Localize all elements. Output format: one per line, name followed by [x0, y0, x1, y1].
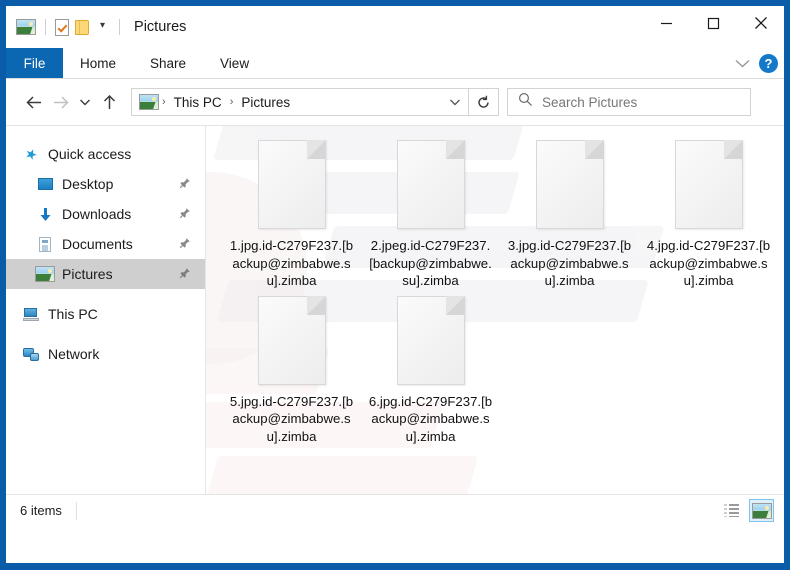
breadcrumb: › This PC › Pictures: [159, 93, 442, 112]
breadcrumb-pictures[interactable]: Pictures: [237, 93, 294, 112]
toolbar-divider: [45, 19, 46, 35]
generic-file-icon: [257, 140, 326, 229]
details-view-button[interactable]: [719, 499, 744, 522]
this-pc-icon: [22, 307, 40, 321]
generic-file-icon: [535, 140, 604, 229]
explorer-body: ★ Quick access Desktop Downloads Documen…: [6, 126, 784, 494]
breadcrumb-separator-0: ›: [162, 96, 166, 108]
back-button[interactable]: [20, 88, 47, 116]
file-item[interactable]: 1.jpg.id-C279F237.[backup@zimbabwe.su].z…: [222, 140, 361, 290]
file-name: 4.jpg.id-C279F237.[backup@zimbabwe.su].z…: [646, 238, 771, 288]
address-bar[interactable]: › This PC › Pictures: [131, 88, 469, 116]
address-pictures-icon: [139, 94, 159, 110]
generic-file-icon: [674, 140, 743, 229]
file-name: 5.jpg.id-C279F237.[backup@zimbabwe.su].z…: [229, 393, 354, 444]
star-icon: ★: [22, 144, 40, 164]
tab-share[interactable]: Share: [133, 48, 203, 78]
ribbon-tab-bar: File Home Share View ?: [6, 48, 784, 79]
customize-caret-icon[interactable]: ▾: [95, 21, 110, 33]
network-icon: [22, 347, 40, 361]
sidebar-item-desktop[interactable]: Desktop: [6, 169, 205, 199]
status-divider: [75, 501, 77, 520]
file-item[interactable]: 4.jpg.id-C279F237.[backup@zimbabwe.su].z…: [639, 140, 778, 290]
document-check-icon[interactable]: [55, 18, 69, 36]
tab-home[interactable]: Home: [63, 48, 133, 78]
generic-file-icon: [396, 140, 465, 229]
sidebar-item-label: Network: [48, 346, 100, 362]
file-grid: 1.jpg.id-C279F237.[backup@zimbabwe.su].z…: [206, 126, 784, 451]
sidebar-item-documents[interactable]: Documents: [6, 229, 205, 259]
maximize-button[interactable]: [690, 6, 737, 40]
sidebar-item-label: This PC: [48, 306, 98, 322]
toolbar-divider-2: [119, 19, 121, 35]
chevron-down-icon[interactable]: [734, 58, 751, 69]
file-item[interactable]: 6.jpg.id-C279F237.[backup@zimbabwe.su].z…: [361, 295, 500, 446]
large-icons-view-icon: [751, 502, 772, 519]
navigation-pane: ★ Quick access Desktop Downloads Documen…: [6, 126, 206, 494]
document-icon: [36, 236, 54, 252]
tab-view[interactable]: View: [203, 48, 266, 78]
sidebar-item-label: Quick access: [48, 146, 132, 162]
search-icon: [518, 92, 533, 112]
recent-locations-button[interactable]: [74, 88, 96, 116]
sidebar-item-quick-access[interactable]: ★ Quick access: [6, 139, 205, 169]
file-item[interactable]: 5.jpg.id-C279F237.[backup@zimbabwe.su].z…: [222, 295, 361, 446]
generic-file-icon: [396, 295, 465, 385]
minimize-button[interactable]: [643, 6, 690, 40]
pictures-icon: [35, 266, 55, 282]
new-folder-icon[interactable]: [75, 19, 89, 35]
help-button[interactable]: ?: [759, 53, 778, 73]
desktop-icon: [36, 178, 54, 190]
sidebar-item-label: Desktop: [62, 176, 114, 192]
sidebar-item-network[interactable]: Network: [6, 339, 205, 369]
quick-access-toolbar: ▾ Pictures: [6, 18, 187, 36]
sidebar-item-this-pc[interactable]: This PC: [6, 299, 205, 329]
file-item[interactable]: 3.jpg.id-C279F237.[backup@zimbabwe.su].z…: [500, 140, 639, 290]
navigation-bar: › This PC › Pictures: [6, 79, 784, 126]
sidebar-item-label: Downloads: [62, 206, 132, 222]
window-client-area: ▾ Pictures File Home Share View ? › This…: [6, 6, 784, 563]
file-name: 2.jpeg.id-C279F237.[backup@zimbabwe.su].…: [369, 238, 492, 288]
pin-icon[interactable]: [179, 267, 191, 281]
file-name: 1.jpg.id-C279F237.[backup@zimbabwe.su].z…: [229, 238, 354, 288]
address-dropdown-icon[interactable]: [442, 89, 468, 115]
large-icons-view-button[interactable]: [749, 499, 774, 522]
file-name: 6.jpg.id-C279F237.[backup@zimbabwe.su].z…: [368, 393, 493, 444]
sidebar-item-label: Documents: [62, 236, 133, 252]
pin-icon[interactable]: [179, 237, 191, 251]
explorer-window: ▾ Pictures File Home Share View ? › This…: [0, 0, 790, 570]
download-icon: [36, 207, 54, 222]
forward-button[interactable]: [47, 88, 74, 116]
caption-buttons: [643, 6, 784, 40]
item-count-label: 6 items: [20, 503, 62, 518]
generic-file-icon: [257, 295, 326, 385]
search-box[interactable]: [507, 88, 751, 116]
sidebar-item-downloads[interactable]: Downloads: [6, 199, 205, 229]
window-title: Pictures: [134, 19, 187, 35]
status-bar: 6 items: [6, 494, 784, 526]
pin-icon[interactable]: [179, 177, 191, 191]
file-item[interactable]: 2.jpeg.id-C279F237.[backup@zimbabwe.su].…: [361, 140, 500, 290]
sidebar-item-label: Pictures: [62, 266, 113, 282]
up-button[interactable]: [96, 88, 123, 116]
sidebar-item-pictures[interactable]: Pictures: [6, 259, 205, 289]
refresh-button[interactable]: [469, 88, 499, 116]
file-list-pane[interactable]: 1.jpg.id-C279F237.[backup@zimbabwe.su].z…: [206, 126, 784, 494]
close-button[interactable]: [737, 6, 784, 40]
file-name: 3.jpg.id-C279F237.[backup@zimbabwe.su].z…: [507, 238, 632, 288]
breadcrumb-this-pc[interactable]: This PC: [170, 93, 226, 112]
pin-icon[interactable]: [179, 207, 191, 221]
breadcrumb-separator-1: ›: [229, 96, 234, 108]
tab-file[interactable]: File: [6, 48, 63, 78]
title-bar: ▾ Pictures: [6, 6, 784, 48]
view-buttons: [719, 499, 774, 522]
ribbon-right-controls: ?: [734, 48, 778, 78]
search-input[interactable]: [542, 94, 732, 110]
details-view-icon: [724, 504, 739, 517]
picture-properties-icon[interactable]: [16, 19, 36, 35]
